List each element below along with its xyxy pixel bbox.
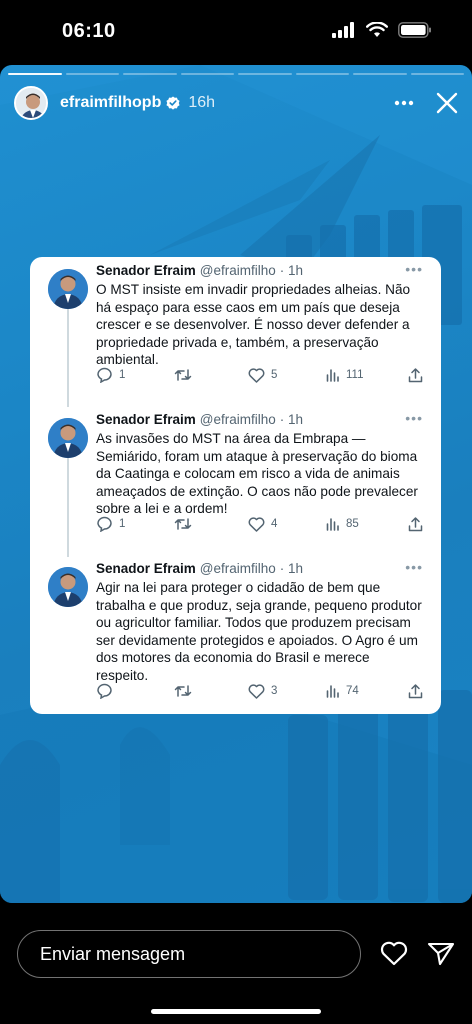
views-count: 74: [346, 685, 359, 697]
like-icon: [248, 516, 265, 532]
status-time: 06:10: [62, 20, 116, 42]
reply-button[interactable]: 1: [96, 516, 125, 532]
progress-segment: [353, 73, 407, 75]
reply-button[interactable]: 1: [96, 367, 125, 383]
retweet-button[interactable]: [174, 684, 198, 698]
progress-segment: [295, 73, 349, 75]
reply-icon: [97, 683, 112, 699]
like-icon: [248, 683, 265, 699]
avatar[interactable]: [14, 86, 48, 120]
story-username[interactable]: efraimfilhopb: [60, 94, 161, 112]
like-button[interactable]: 3: [248, 683, 278, 699]
tweet-more-icon[interactable]: •••: [405, 410, 423, 426]
views-count: 85: [346, 518, 359, 530]
tweet[interactable]: Senador Efraim @efraimfilho · 1h ••• O M…: [48, 261, 425, 403]
story-time: 16h: [188, 94, 216, 111]
progress-segment: [65, 73, 119, 75]
progress-segment: [123, 73, 177, 75]
tweet-more-icon[interactable]: •••: [405, 261, 423, 277]
retweet-icon: [174, 369, 192, 381]
send-icon[interactable]: [427, 942, 455, 966]
like-icon: [248, 367, 265, 383]
message-input[interactable]: Enviar mensagem: [17, 930, 361, 978]
share-icon: [408, 368, 423, 383]
header-actions: [394, 92, 458, 114]
verified-icon: [166, 96, 180, 110]
tweet-avatar[interactable]: [48, 567, 88, 607]
reply-count: 1: [119, 518, 126, 530]
tweet-author-name[interactable]: Senador Efraim: [96, 412, 196, 427]
tweet-text: Agir na lei para proteger o cidadão de b…: [96, 580, 422, 683]
tweet-handle[interactable]: @efraimfilho: [200, 412, 276, 427]
tweet-avatar[interactable]: [48, 269, 88, 309]
status-bar: 06:10: [0, 0, 472, 62]
views-icon: [326, 369, 339, 382]
like-button[interactable]: 5: [248, 367, 278, 383]
tweet-handle[interactable]: @efraimfilho: [200, 561, 276, 576]
tweet-body: Senador Efraim @efraimfilho · 1h ••• O M…: [96, 261, 425, 369]
tweet-body: Senador Efraim @efraimfilho · 1h ••• Agi…: [96, 559, 425, 685]
retweet-icon: [174, 685, 192, 697]
story-progress: [8, 73, 464, 75]
tweet-header: Senador Efraim @efraimfilho · 1h: [96, 412, 425, 427]
wifi-icon: [366, 22, 388, 37]
views-button[interactable]: 74: [326, 684, 359, 698]
views-count: 111: [346, 369, 364, 381]
share-button[interactable]: [408, 516, 423, 532]
retweet-icon: [174, 518, 192, 530]
message-placeholder: Enviar mensagem: [40, 943, 186, 964]
share-button[interactable]: [408, 683, 423, 699]
close-icon[interactable]: [436, 92, 458, 114]
like-count: 4: [271, 518, 278, 530]
progress-segment: [238, 73, 292, 75]
reply-icon: [97, 367, 112, 383]
tweet-header: Senador Efraim @efraimfilho · 1h: [96, 263, 425, 278]
tweet-author-name[interactable]: Senador Efraim: [96, 561, 196, 576]
more-icon[interactable]: [394, 100, 414, 106]
tweet-time: · 1h: [279, 263, 304, 278]
like-count: 5: [271, 369, 278, 381]
progress-segment: [180, 73, 234, 75]
views-icon: [326, 685, 339, 698]
tweet-text: O MST insiste em invadir propriedades al…: [96, 282, 411, 368]
views-button[interactable]: 111: [326, 368, 363, 382]
reply-button[interactable]: [96, 683, 119, 699]
reply-icon: [97, 516, 112, 532]
tweet[interactable]: Senador Efraim @efraimfilho · 1h ••• Agi…: [48, 559, 425, 711]
views-icon: [326, 518, 339, 531]
tweet-time: · 1h: [279, 412, 304, 427]
tweet-time: · 1h: [279, 561, 304, 576]
share-icon: [408, 517, 423, 532]
progress-segment: [410, 73, 464, 75]
heart-icon[interactable]: [380, 941, 408, 966]
home-indicator: [151, 1009, 321, 1014]
story-frame[interactable]: efraimfilhopb 16h Senador Efraim @efraim…: [0, 65, 472, 903]
tweet-text: As invasões do MST na área da Embrapa — …: [96, 431, 418, 517]
story-header: efraimfilhopb 16h: [14, 83, 458, 123]
share-icon: [408, 684, 423, 699]
views-button[interactable]: 85: [326, 517, 359, 531]
like-count: 3: [271, 685, 278, 697]
tweet-body: Senador Efraim @efraimfilho · 1h ••• As …: [96, 410, 425, 518]
progress-segment: [8, 73, 62, 75]
battery-icon: [398, 22, 431, 38]
tweet-handle[interactable]: @efraimfilho: [200, 263, 276, 278]
retweet-button[interactable]: [174, 517, 198, 531]
signal-icon: [332, 22, 354, 38]
retweet-button[interactable]: [174, 368, 198, 382]
story-reply-bar: Enviar mensagem: [0, 905, 472, 1024]
tweet-author-name[interactable]: Senador Efraim: [96, 263, 196, 278]
tweet[interactable]: Senador Efraim @efraimfilho · 1h ••• As …: [48, 410, 425, 552]
tweet-more-icon[interactable]: •••: [405, 559, 423, 575]
tweet-header: Senador Efraim @efraimfilho · 1h: [96, 561, 425, 576]
share-button[interactable]: [408, 367, 423, 383]
tweet-avatar[interactable]: [48, 418, 88, 458]
like-button[interactable]: 4: [248, 516, 278, 532]
status-icons: [332, 22, 432, 38]
reply-count: 1: [119, 369, 126, 381]
tweet-thread-card: Senador Efraim @efraimfilho · 1h ••• O M…: [30, 257, 441, 714]
